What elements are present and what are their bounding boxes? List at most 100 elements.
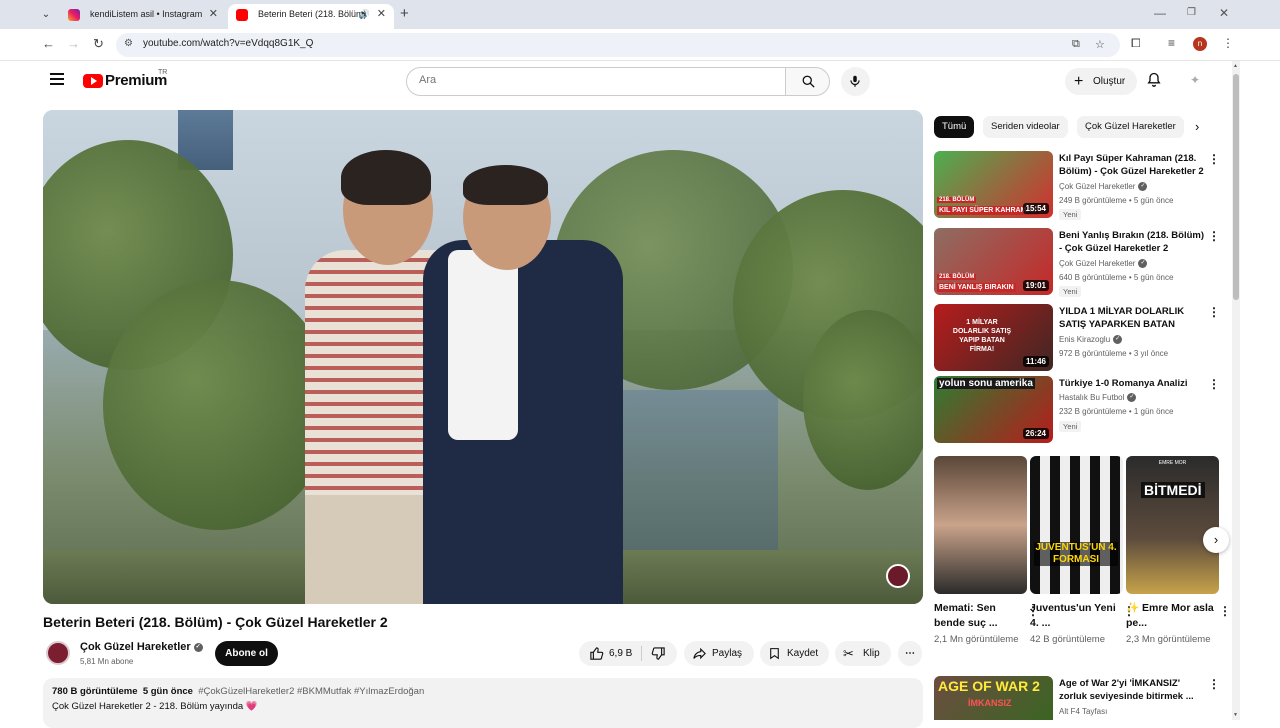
short-item[interactable]: EMRE MOR BİTMEDİ ✨ Emre Mor asla pe... 2… (1126, 456, 1231, 647)
tab-instagram[interactable]: kendiListem asil • Instagram ✕ (60, 4, 226, 29)
search-icon (802, 75, 815, 88)
more-vertical-icon[interactable]: ⋮ (1208, 677, 1220, 691)
short-thumbnail[interactable]: EMRE MOR BİTMEDİ (1126, 456, 1219, 594)
forward-icon[interactable]: → (67, 36, 80, 51)
clip-button[interactable]: ✂ Klip (835, 641, 891, 666)
youtube-masthead: Premium TR + Oluştur ✦ (0, 61, 1232, 107)
close-window-icon[interactable]: ✕ (1219, 6, 1229, 20)
short-item[interactable]: Memati: Sen bende suç ... 2,1 Mn görüntü… (934, 456, 1039, 647)
media-control-icon[interactable]: ≡ (1168, 36, 1175, 50)
tab-youtube[interactable]: Beterin Beteri (218. Bölüm) 🔊 ✕ (228, 4, 394, 29)
more-horizontal-icon: ⋯ (905, 648, 915, 659)
video-thumbnail[interactable]: AGE OF WAR 2 İMKANSIZ (934, 676, 1053, 720)
youtube-favicon-icon (236, 9, 248, 21)
new-badge: Yeni (1059, 421, 1082, 432)
site-info-icon[interactable]: ⚙ (124, 38, 133, 49)
share-button[interactable]: Paylaş (684, 641, 754, 666)
list-item[interactable]: 1 MİLYAR DOLARLIK SATIŞ YAPIP BATAN FİRM… (934, 304, 1224, 372)
account-avatar[interactable]: ✦ (1190, 73, 1206, 89)
more-vertical-icon[interactable]: ⋮ (1208, 377, 1220, 391)
install-app-icon[interactable]: ⧉ (1072, 38, 1080, 51)
hashtags[interactable]: #ÇokGüzelHareketler2 #BKMMutfak #YılmazE… (198, 686, 424, 697)
video-title: Age of War 2'yi 'İMKANSIZ' zorluk seviye… (1059, 678, 1194, 702)
more-vertical-icon[interactable]: ⋮ (1208, 305, 1220, 319)
profile-avatar[interactable]: n (1193, 37, 1207, 51)
bell-icon (1147, 72, 1161, 87)
subscribe-button[interactable]: Abone ol (215, 641, 278, 666)
scissors-icon: ✂ (843, 646, 854, 661)
short-thumbnail[interactable] (934, 456, 1027, 594)
chip-channel[interactable]: Çok Güzel Hareketler (1077, 116, 1184, 138)
more-vertical-icon[interactable]: ⋮ (1219, 604, 1231, 618)
audio-playing-icon[interactable]: 🔊 (359, 4, 370, 25)
scroll-down-icon[interactable]: ▼ (1233, 712, 1238, 718)
new-tab-button[interactable]: + (400, 5, 409, 22)
list-item[interactable]: 218. BÖLÜM BENİ YANLIŞ BIRAKIN 19:01 Ben… (934, 228, 1224, 297)
address-bar[interactable]: ⚙ youtube.com/watch?v=eVdqq8G1K_Q ⧉ ☆ (116, 33, 1120, 57)
create-button[interactable]: + Oluştur (1065, 68, 1137, 95)
close-tab-icon[interactable]: ✕ (209, 4, 218, 25)
list-item[interactable]: 218. BÖLÜM KIL PAYI SÜPER KAHRAMAN 15:54… (934, 151, 1224, 220)
dislike-button[interactable] (649, 641, 673, 666)
browser-menu-icon[interactable]: ⋮ (1222, 36, 1234, 50)
menu-icon[interactable] (50, 73, 64, 85)
description-box[interactable]: 780 B görüntüleme 5 gün önce #ÇokGüzelHa… (43, 678, 923, 728)
verified-icon: ✓ (193, 642, 203, 652)
more-vertical-icon[interactable]: ⋮ (1208, 152, 1220, 166)
channel-name[interactable]: Çok Güzel Hareketler ✓ (80, 641, 203, 653)
channel-avatar[interactable] (46, 641, 70, 665)
back-icon[interactable]: ← (42, 36, 55, 51)
short-item[interactable]: JUVENTUS'UN 4. FORMASI Juventus'un Yeni … (1030, 456, 1135, 647)
channel-name: Çok Güzel Hareketler ✓ (1059, 182, 1148, 192)
browser-tab-strip: ⌄ kendiListem asil • Instagram ✕ Beterin… (0, 0, 1280, 29)
minimize-icon[interactable]: — (1154, 6, 1166, 20)
restore-icon[interactable]: ❐ (1187, 7, 1196, 18)
list-item[interactable]: AGE OF WAR 2 İMKANSIZ Age of War 2'yi 'İ… (934, 676, 1224, 720)
new-badge: Yeni (1059, 209, 1082, 220)
video-title: Beterin Beteri (218. Bölüm) - Çok Güzel … (43, 614, 388, 630)
notifications-button[interactable] (1146, 71, 1162, 93)
search-button[interactable] (785, 67, 830, 96)
url-text: youtube.com/watch?v=eVdqq8G1K_Q (143, 38, 314, 49)
short-thumbnail[interactable]: JUVENTUS'UN 4. FORMASI (1030, 456, 1123, 594)
video-thumbnail[interactable]: 218. BÖLÜM KIL PAYI SÜPER KAHRAMAN 15:54 (934, 151, 1053, 218)
tab-search-button[interactable]: ⌄ (36, 6, 56, 24)
scroll-up-icon[interactable]: ▲ (1233, 63, 1238, 69)
short-title: ✨ Emre Mor asla pe... (1126, 602, 1214, 629)
search-box[interactable] (406, 67, 786, 96)
like-button[interactable]: 6,9 B (587, 641, 641, 666)
more-actions-button[interactable]: ⋯ (898, 641, 922, 666)
channel-name: Çok Güzel Hareketler ✓ (1059, 259, 1148, 269)
video-title: Kıl Payı Süper Kahraman (218. Bölüm) - Ç… (1059, 153, 1204, 177)
channel-name[interactable]: Alt F4 Tayfası (1059, 707, 1107, 716)
chip-series[interactable]: Seriden videolar (983, 116, 1068, 138)
list-item[interactable]: yolun sonu amerika 26:24 Türkiye 1-0 Rom… (934, 376, 1224, 444)
browser-toolbar: ← → ↻ ⚙ youtube.com/watch?v=eVdqq8G1K_Q … (0, 29, 1280, 61)
share-icon (693, 647, 706, 660)
description-text: Çok Güzel Hareketler 2 - 218. Bölüm yayı… (52, 701, 258, 712)
video-thumbnail[interactable]: 218. BÖLÜM BENİ YANLIŞ BIRAKIN 19:01 (934, 228, 1053, 295)
search-input[interactable] (419, 74, 769, 86)
more-vertical-icon[interactable]: ⋮ (1208, 229, 1220, 243)
voice-search-button[interactable] (841, 67, 870, 96)
chevron-right-icon[interactable]: › (1195, 119, 1199, 134)
reload-icon[interactable]: ↻ (93, 36, 104, 52)
channel-name: Enis Kirazoglu ✓ (1059, 335, 1123, 345)
video-thumbnail[interactable]: 1 MİLYAR DOLARLIK SATIŞ YAPIP BATAN FİRM… (934, 304, 1053, 371)
verified-icon: ✓ (1113, 335, 1123, 345)
bookmark-star-icon[interactable]: ☆ (1095, 38, 1105, 51)
channel-watermark-icon[interactable] (886, 564, 910, 588)
save-button[interactable]: Kaydet (760, 641, 829, 666)
chip-all[interactable]: Tümü (934, 116, 975, 138)
bookmark-icon (770, 648, 779, 660)
close-tab-icon[interactable]: ✕ (377, 4, 386, 25)
plus-icon: + (1074, 73, 1084, 90)
chevron-right-icon[interactable]: › (1203, 527, 1229, 553)
video-thumbnail[interactable]: yolun sonu amerika 26:24 (934, 376, 1053, 443)
thumbs-down-icon (651, 647, 665, 660)
video-player[interactable] (43, 110, 923, 604)
extensions-icon[interactable]: ⧠ (1131, 36, 1141, 51)
scrollbar-thumb[interactable] (1233, 74, 1239, 300)
verified-icon: ✓ (1127, 393, 1137, 403)
video-title: YILDA 1 MİLYAR DOLARLIK SATIŞ YAPARKEN B… (1059, 306, 1185, 330)
